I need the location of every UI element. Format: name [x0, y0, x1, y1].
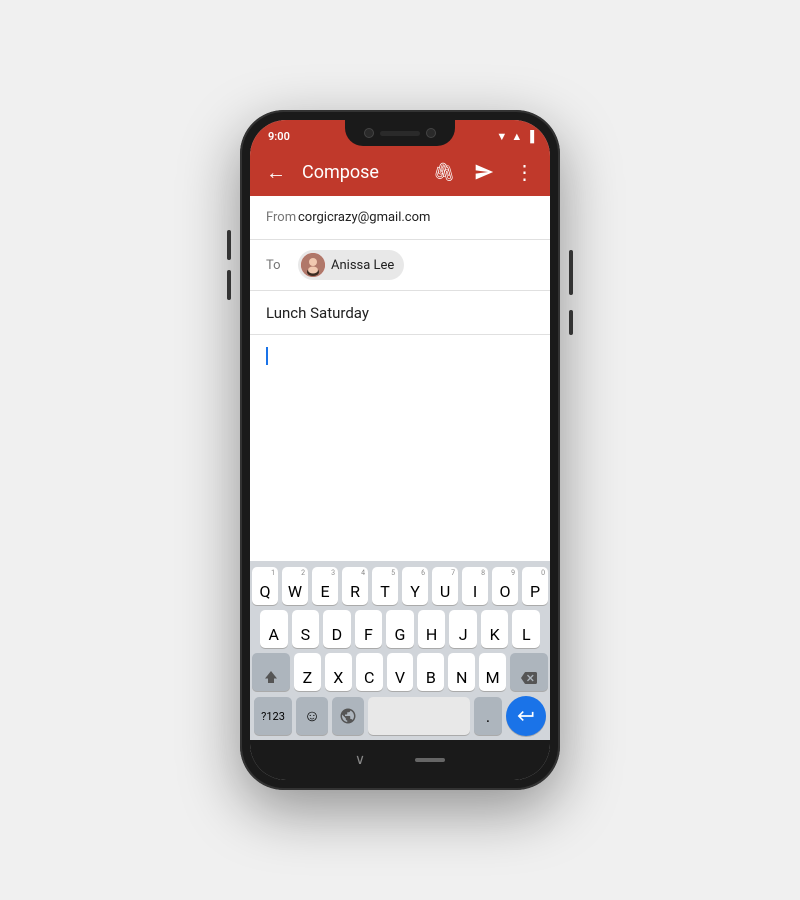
- nav-bar: ∨: [250, 740, 550, 780]
- app-bar-title: Compose: [302, 162, 418, 183]
- attach-button[interactable]: 🖇: [426, 154, 462, 190]
- key-r[interactable]: 4 R: [342, 567, 368, 605]
- enter-icon: [516, 706, 536, 726]
- emoji-button[interactable]: ☺: [296, 697, 328, 735]
- keyboard-bottom-row: ?123 ☺ .: [252, 696, 548, 736]
- key-f[interactable]: F: [355, 610, 383, 648]
- shift-button[interactable]: [252, 653, 290, 691]
- from-label: From: [266, 210, 298, 225]
- text-cursor: [266, 347, 268, 365]
- key-z[interactable]: Z: [294, 653, 321, 691]
- emoji-icon: ☺: [304, 706, 320, 726]
- key-p[interactable]: 0 P: [522, 567, 548, 605]
- key-a[interactable]: A: [260, 610, 288, 648]
- notch: [345, 120, 455, 146]
- battery-icon: ▐: [526, 130, 534, 143]
- key-v[interactable]: V: [387, 653, 414, 691]
- enter-button[interactable]: [506, 696, 546, 736]
- period-label: .: [486, 707, 490, 726]
- back-button[interactable]: ←: [258, 154, 294, 190]
- key-n[interactable]: N: [448, 653, 475, 691]
- key-g[interactable]: G: [386, 610, 414, 648]
- subject-field-row[interactable]: Lunch Saturday: [250, 291, 550, 335]
- key-m[interactable]: M: [479, 653, 506, 691]
- more-options-button[interactable]: ⋮: [506, 154, 542, 190]
- key-s[interactable]: S: [292, 610, 320, 648]
- from-field-row: From corgicrazy@gmail.com: [250, 196, 550, 240]
- key-u[interactable]: 7 U: [432, 567, 458, 605]
- key-t[interactable]: 5 T: [372, 567, 398, 605]
- backspace-icon: [519, 670, 539, 686]
- volume-up-button[interactable]: [227, 230, 231, 260]
- phone-screen: 9:00 ▼ ▲ ▐ ← Compose 🖇: [250, 120, 550, 780]
- status-icons: ▼ ▲ ▐: [496, 130, 534, 143]
- send-icon: [474, 162, 494, 182]
- backspace-button[interactable]: [510, 653, 548, 691]
- key-q[interactable]: 1 Q: [252, 567, 278, 605]
- attach-icon: 🖇: [433, 162, 456, 183]
- app-bar-actions: 🖇 ⋮: [426, 154, 542, 190]
- subject-text: Lunch Saturday: [266, 304, 369, 322]
- avatar: [301, 253, 325, 277]
- keyboard-row-2: A S D F G H J: [252, 610, 548, 648]
- phone-device: 9:00 ▼ ▲ ▐ ← Compose 🖇: [240, 110, 560, 790]
- key-x[interactable]: X: [325, 653, 352, 691]
- keyboard-row-1: 1 Q 2 W 3 E 4 R 5 T: [252, 567, 548, 605]
- key-i[interactable]: 8 I: [462, 567, 488, 605]
- nav-home-indicator[interactable]: [415, 758, 445, 762]
- send-button[interactable]: [466, 154, 502, 190]
- more-icon: ⋮: [515, 160, 534, 184]
- key-o[interactable]: 9 O: [492, 567, 518, 605]
- key-c[interactable]: C: [356, 653, 383, 691]
- keyboard-row-3: Z X C V B N M: [252, 653, 548, 691]
- avatar-image: [301, 253, 325, 277]
- period-button[interactable]: .: [474, 697, 502, 735]
- key-j[interactable]: J: [449, 610, 477, 648]
- key-k[interactable]: K: [481, 610, 509, 648]
- key-b[interactable]: B: [417, 653, 444, 691]
- wifi-icon: ▼: [496, 130, 507, 143]
- key-l[interactable]: L: [512, 610, 540, 648]
- space-button[interactable]: [368, 697, 470, 735]
- key-y[interactable]: 6 Y: [402, 567, 428, 605]
- back-arrow-icon: ←: [266, 160, 286, 185]
- keyboard: 1 Q 2 W 3 E 4 R 5 T: [250, 561, 550, 740]
- key-d[interactable]: D: [323, 610, 351, 648]
- to-field-row[interactable]: To Anissa Lee: [250, 240, 550, 291]
- power-button[interactable]: [569, 250, 573, 295]
- volume-down-button[interactable]: [227, 270, 231, 300]
- camera-icon: [364, 128, 374, 138]
- globe-button[interactable]: [332, 697, 364, 735]
- speaker-icon: [380, 131, 420, 136]
- recipient-name: Anissa Lee: [331, 258, 394, 273]
- status-time: 9:00: [266, 130, 290, 143]
- app-bar: ← Compose 🖇 ⋮: [250, 148, 550, 196]
- to-label: To: [266, 258, 298, 273]
- signal-icon: ▲: [511, 130, 522, 143]
- key-h[interactable]: H: [418, 610, 446, 648]
- nav-back-icon[interactable]: ∨: [355, 752, 365, 768]
- numbers-button[interactable]: ?123: [254, 697, 292, 735]
- from-value: corgicrazy@gmail.com: [298, 210, 534, 225]
- assistant-button[interactable]: [569, 310, 573, 335]
- sensor-icon: [426, 128, 436, 138]
- key-e[interactable]: 3 E: [312, 567, 338, 605]
- key-w[interactable]: 2 W: [282, 567, 308, 605]
- globe-icon: [339, 707, 357, 725]
- numbers-label: ?123: [261, 710, 285, 723]
- recipient-chip[interactable]: Anissa Lee: [298, 250, 404, 280]
- body-field-row[interactable]: [250, 335, 550, 455]
- shift-icon: [262, 668, 280, 686]
